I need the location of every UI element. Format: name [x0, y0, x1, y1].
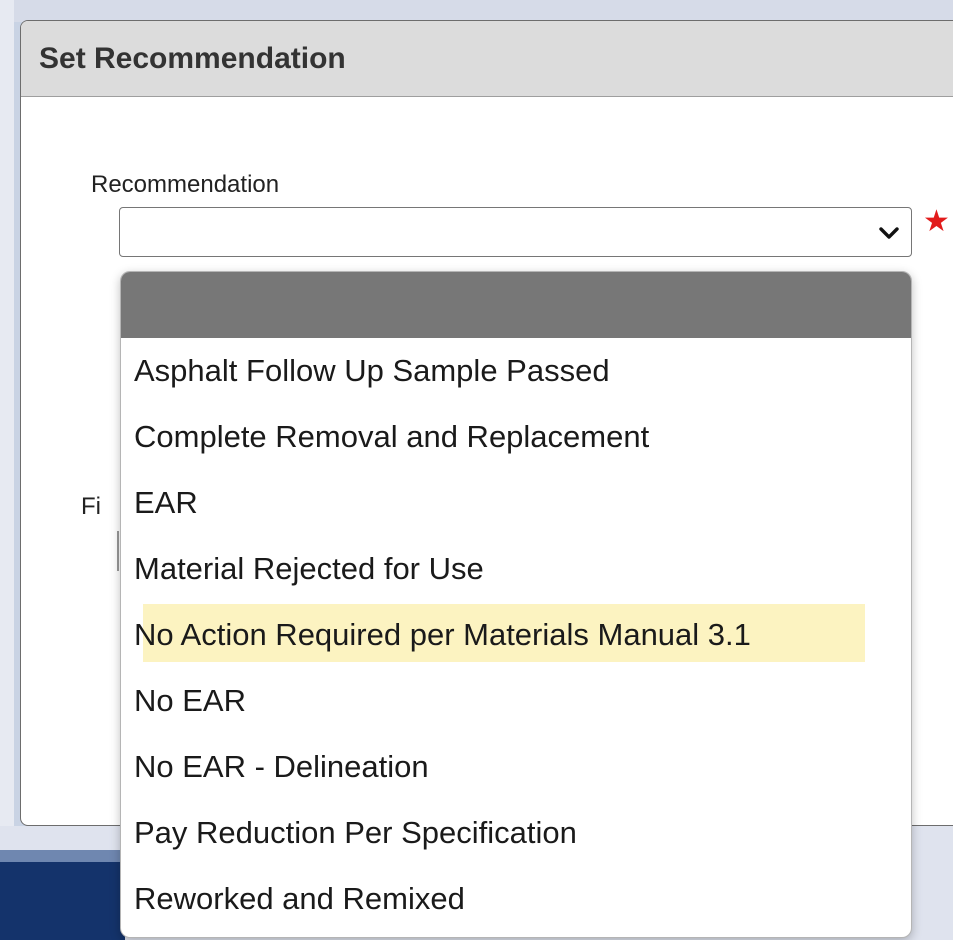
dropdown-option[interactable]: Material Rejected for Use: [121, 536, 911, 602]
dropdown-option-label: Reworked and Remixed: [134, 881, 465, 916]
obscured-field-label: Fi: [81, 493, 101, 520]
dropdown-option[interactable]: Pay Reduction Per Specification: [121, 800, 911, 866]
dropdown-option-label: Asphalt Follow Up Sample Passed: [134, 353, 610, 388]
dialog-header[interactable]: Set Recommendation: [21, 21, 953, 97]
recommendation-select[interactable]: [119, 207, 912, 257]
dropdown-option[interactable]: Complete Removal and Replacement: [121, 404, 911, 470]
required-star-icon: ★: [923, 205, 950, 238]
recommendation-dropdown-list[interactable]: Asphalt Follow Up Sample Passed Complete…: [120, 271, 912, 938]
dropdown-option-empty[interactable]: [121, 272, 911, 338]
dropdown-option[interactable]: No EAR: [121, 668, 911, 734]
page-background-left: [0, 0, 14, 940]
dropdown-option[interactable]: EAR: [121, 470, 911, 536]
dropdown-option-label: No EAR: [134, 683, 246, 718]
footer-stripe: [0, 850, 125, 862]
chevron-down-icon: [879, 227, 899, 239]
page-footer-banner: [0, 850, 125, 940]
dialog-title: Set Recommendation: [39, 41, 346, 75]
dropdown-option-label: Pay Reduction Per Specification: [134, 815, 577, 850]
dropdown-option-label: No EAR - Delineation: [134, 749, 429, 784]
recommendation-label: Recommendation: [91, 171, 280, 198]
dropdown-option-label: No Action Required per Materials Manual …: [134, 617, 751, 652]
dropdown-option[interactable]: Reworked and Remixed: [121, 866, 911, 932]
dropdown-option-label: Material Rejected for Use: [134, 551, 484, 586]
dropdown-option[interactable]: No EAR - Delineation: [121, 734, 911, 800]
page-background-top: [0, 0, 953, 22]
dropdown-option-label: Complete Removal and Replacement: [134, 419, 650, 454]
obscured-field-input: [117, 531, 119, 571]
dropdown-option[interactable]: Asphalt Follow Up Sample Passed: [121, 338, 911, 404]
dropdown-option-highlighted[interactable]: No Action Required per Materials Manual …: [121, 602, 911, 668]
dropdown-option-label: EAR: [134, 485, 198, 520]
